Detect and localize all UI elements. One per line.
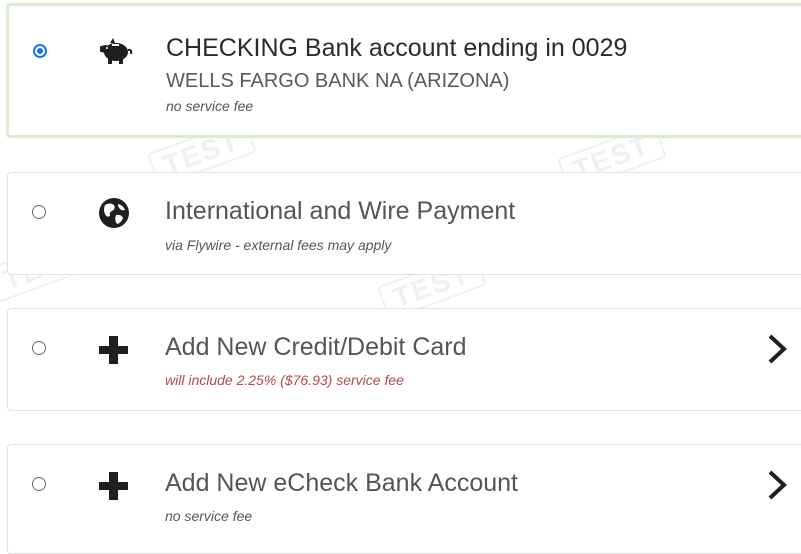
- option-title: Add New Credit/Debit Card: [165, 333, 467, 361]
- plus-icon: [99, 472, 128, 500]
- globe-icon: [99, 198, 129, 228]
- payment-option-radio[interactable]: [32, 341, 46, 355]
- payment-option-radio[interactable]: [33, 44, 47, 58]
- piggy-bank-icon: [100, 38, 133, 64]
- option-fee-note: no service fee: [165, 508, 253, 524]
- payment-option-international-wire[interactable]: International and Wire Payment via Flywi…: [7, 172, 801, 275]
- option-title: CHECKING Bank account ending in 0029: [166, 34, 628, 62]
- payment-option-radio[interactable]: [32, 477, 46, 491]
- option-title: International and Wire Payment: [165, 197, 516, 225]
- option-subtitle: WELLS FARGO BANK NA (ARIZONA): [166, 70, 510, 92]
- plus-icon: [99, 336, 128, 364]
- option-title: Add New eCheck Bank Account: [165, 469, 518, 497]
- payment-option-add-card[interactable]: Add New Credit/Debit Card will include 2…: [7, 308, 801, 411]
- payment-option-add-echeck[interactable]: Add New eCheck Bank Account no service f…: [7, 444, 801, 554]
- option-fee-note: will include 2.25% ($76.93) service fee: [165, 372, 404, 388]
- payment-option-checking[interactable]: CHECKING Bank account ending in 0029 WEL…: [6, 3, 801, 138]
- chevron-right-icon[interactable]: [764, 333, 790, 365]
- payment-option-radio[interactable]: [32, 205, 46, 219]
- option-fee-note: via Flywire - external fees may apply: [165, 237, 392, 253]
- option-fee-note: no service fee: [166, 98, 254, 114]
- chevron-right-icon[interactable]: [764, 469, 790, 501]
